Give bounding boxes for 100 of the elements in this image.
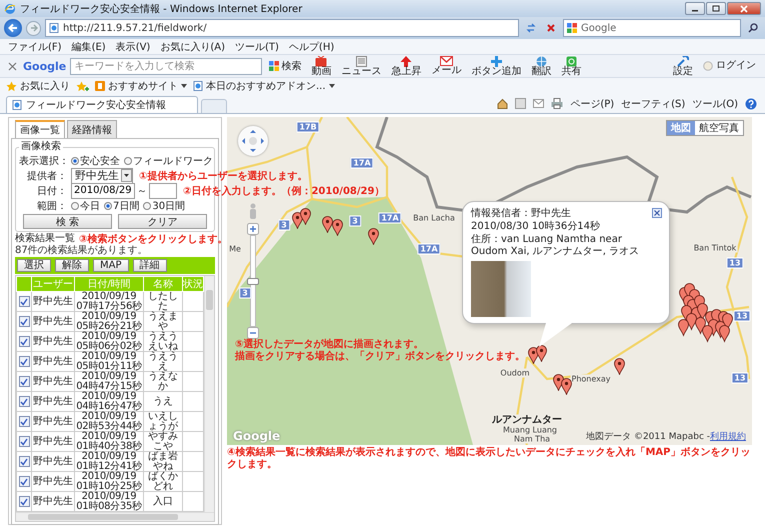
search-icon[interactable]: [747, 22, 759, 34]
radio-button[interactable]: [104, 202, 112, 210]
horizontal-scrollbar[interactable]: [16, 512, 214, 521]
checkbox[interactable]: [18, 476, 30, 487]
close-button[interactable]: [727, 2, 761, 15]
toolbar-button[interactable]: 詳細: [132, 259, 166, 272]
map-type-button[interactable]: 航空写真: [695, 121, 743, 135]
zoom-slider[interactable]: [247, 223, 259, 339]
search-button[interactable]: 検索: [266, 59, 304, 73]
table-cell: 2010/09/19 05時06分02秒: [74, 332, 144, 352]
map-logo: Google: [233, 429, 280, 443]
field-label: 表示選択：: [19, 154, 69, 168]
search-field[interactable]: キーワードを入力して検索: [70, 58, 262, 74]
checkbox[interactable]: [18, 296, 30, 307]
toolbar-button[interactable]: 急上昇: [388, 56, 424, 76]
maximize-button[interactable]: [706, 2, 726, 15]
map-pin-icon[interactable]: [300, 208, 311, 225]
radio-option[interactable]: 安心安全: [71, 154, 120, 168]
radio-option[interactable]: 今日: [71, 198, 100, 212]
address-field[interactable]: http://211.9.57.21/fieldwork/: [45, 19, 519, 37]
favorites-link[interactable]: おすすめサイト: [95, 79, 187, 93]
date-field[interactable]: [149, 182, 177, 198]
checkbox[interactable]: [18, 456, 30, 467]
form-button[interactable]: 検 索: [23, 214, 112, 229]
favorites-link[interactable]: 本日のおすすめアドオン...: [193, 79, 335, 93]
menu-item[interactable]: 編集(E): [72, 40, 106, 54]
menu-item[interactable]: ヘルプ(H): [288, 40, 334, 54]
help-icon[interactable]: [745, 98, 757, 110]
toolbar-button[interactable]: 選択: [17, 259, 51, 272]
back-button[interactable]: [4, 19, 22, 37]
map-pin-icon[interactable]: [561, 378, 572, 395]
panel-tab[interactable]: 経路情報: [67, 120, 117, 138]
slider-thumb[interactable]: [247, 278, 259, 285]
browser-tab[interactable]: フィールドワーク安心安全情報: [6, 96, 198, 113]
map-pin-icon[interactable]: [536, 345, 547, 362]
radio-button[interactable]: [71, 156, 79, 164]
settings-button[interactable]: 設定: [670, 56, 696, 76]
favorites-button[interactable]: お気に入り: [6, 79, 70, 93]
minus-icon[interactable]: [247, 327, 259, 339]
close-icon[interactable]: [652, 208, 662, 218]
toolbar-button[interactable]: 解除: [55, 259, 89, 272]
map-pin-icon[interactable]: [332, 219, 343, 236]
stop-icon[interactable]: [545, 22, 557, 34]
radio-button[interactable]: [143, 202, 152, 210]
terms-link[interactable]: 利用規約: [710, 430, 746, 443]
menu-item[interactable]: お気に入り(A): [160, 40, 225, 54]
form-button[interactable]: クリア: [118, 214, 207, 229]
radio-button[interactable]: [71, 202, 79, 210]
checkbox[interactable]: [18, 436, 30, 447]
checkbox[interactable]: [18, 316, 30, 327]
toolbar-button[interactable]: 共有: [558, 56, 584, 76]
star-plus-icon[interactable]: [76, 80, 89, 92]
checkbox[interactable]: [18, 416, 30, 427]
map-pin-icon[interactable]: [322, 216, 333, 233]
minimize-button[interactable]: [685, 2, 705, 15]
date-field[interactable]: 2010/08/29: [71, 182, 135, 198]
table-cell: 2010/09/19 02時53分44秒: [74, 412, 144, 432]
command-menu[interactable]: ページ(P): [568, 96, 616, 110]
checkbox[interactable]: [18, 396, 30, 407]
pan-control[interactable]: [238, 126, 268, 156]
command-menu[interactable]: セーフティ(S): [619, 96, 688, 110]
search-field[interactable]: Google: [563, 19, 741, 37]
home-icon[interactable]: [497, 98, 508, 109]
e-logo-icon: [4, 2, 16, 14]
menu-item[interactable]: ツール(T): [235, 40, 279, 54]
refresh-icon[interactable]: [525, 22, 537, 34]
checkbox[interactable]: [18, 496, 30, 507]
route-marker: 17A: [350, 158, 374, 168]
toolbar-button[interactable]: ニュース: [338, 56, 384, 76]
caret-icon: [328, 84, 335, 88]
toolbar-button[interactable]: 動画: [308, 56, 334, 76]
toolbar-button[interactable]: ボタン追加: [468, 56, 524, 76]
toolbar-button[interactable]: 翻訳: [528, 56, 554, 76]
toolbar-button[interactable]: MAP: [93, 259, 128, 272]
field-label: 範囲：: [36, 200, 68, 212]
menu-item[interactable]: 表示(V): [116, 40, 150, 54]
vertical-scrollbar[interactable]: [204, 276, 214, 512]
table-cell: 野中先生: [32, 312, 74, 332]
close-icon[interactable]: [8, 62, 17, 70]
menu-item[interactable]: ファイル(F): [8, 40, 62, 54]
map-pin-icon[interactable]: [614, 358, 625, 375]
table-cell: 2010/09/19 05時26分21秒: [74, 312, 144, 332]
login-button[interactable]: ログイン: [700, 61, 759, 71]
envelope-icon[interactable]: [533, 99, 544, 108]
plus-icon[interactable]: [247, 223, 259, 235]
panel-tab[interactable]: 画像一覧: [15, 120, 65, 138]
map-pin-icon[interactable]: [368, 228, 379, 245]
radio-option[interactable]: フィールドワーク: [124, 154, 213, 168]
checkbox[interactable]: [18, 356, 30, 367]
command-menu[interactable]: ツール(O): [690, 96, 740, 110]
toolbar-button[interactable]: メール: [428, 56, 464, 76]
radio-option[interactable]: 30日間: [143, 198, 186, 212]
radio-button[interactable]: [124, 156, 132, 164]
printer-icon[interactable]: [551, 98, 564, 109]
place-label: Ban Tintok: [692, 244, 738, 252]
checkbox[interactable]: [18, 376, 30, 387]
radio-option[interactable]: 7日間: [104, 198, 140, 212]
checkbox[interactable]: [18, 336, 30, 347]
route-marker: 17A: [417, 244, 441, 254]
provider-dropdown[interactable]: 野中先生: [71, 168, 133, 184]
